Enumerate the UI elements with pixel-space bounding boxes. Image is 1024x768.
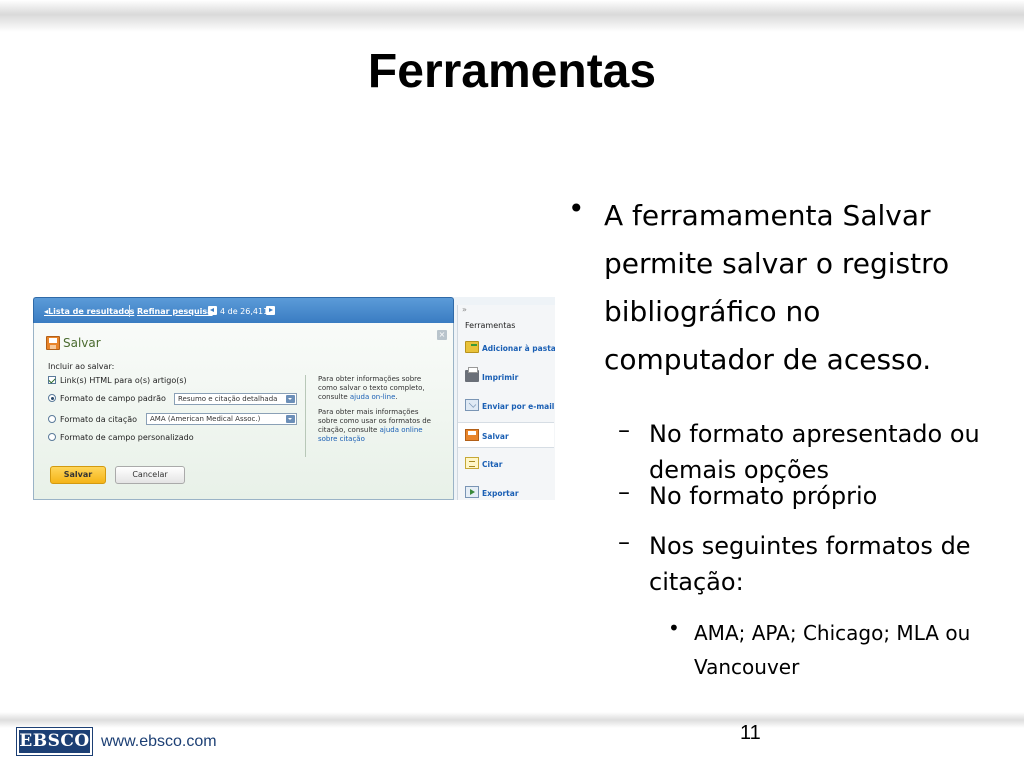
bullet-dot-icon: • — [668, 616, 680, 640]
citation-format-radio[interactable] — [48, 415, 56, 423]
footer-url[interactable]: www.ebsco.com — [101, 733, 217, 751]
slide-title: Ferramentas — [367, 45, 657, 98]
custom-format-radio[interactable] — [48, 433, 56, 441]
record-position: 4 de 26,411 — [220, 307, 269, 316]
nav-separator — [129, 305, 130, 317]
bullet-main: A ferramamenta Salvar permite salvar o r… — [604, 199, 950, 376]
dialog-title: Salvar — [63, 336, 101, 350]
option-label: Formato da citação — [60, 415, 138, 424]
sub-sub-bullet: AMA; APA; Chicago; MLA ou Vancouver — [694, 621, 971, 679]
printer-icon — [465, 367, 479, 382]
chevron-down-icon — [286, 395, 295, 403]
save-icon — [46, 336, 60, 350]
tool-cite[interactable]: Citar — [458, 451, 554, 477]
tools-heading: Ferramentas — [465, 321, 516, 330]
fulltext-help-text: Para obter informações sobre como salvar… — [318, 375, 425, 401]
vertical-divider — [305, 375, 306, 457]
dash-icon: – — [618, 416, 630, 444]
cite-icon — [465, 457, 479, 469]
tools-panel: » Ferramentas Adicionar à pasta Imprimir… — [457, 305, 555, 500]
tool-save[interactable]: Salvar — [458, 422, 554, 448]
dash-icon: – — [618, 478, 630, 506]
save-button[interactable]: Salvar — [50, 466, 106, 484]
results-list-link[interactable]: ◂Lista de resultados — [44, 307, 134, 316]
citation-format-select[interactable]: AMA (American Medical Assoc.) — [146, 413, 297, 425]
results-nav-bar: ◂Lista de resultados Refinar pesquisa 4 … — [33, 297, 454, 323]
citation-help-text: Para obter mais informações sobre como u… — [318, 408, 431, 443]
ebsco-screenshot: ◂Lista de resultados Refinar pesquisa 4 … — [33, 297, 555, 500]
dash-icon: – — [618, 528, 630, 556]
sub-bullet: Nos seguintes formatos de citação: — [649, 532, 971, 596]
tool-email[interactable]: Enviar por e-mail — [458, 393, 554, 419]
next-record-icon[interactable] — [266, 306, 275, 315]
standard-format-select[interactable]: Resumo e citação detalhada — [174, 393, 297, 405]
option-label: Formato de campo personalizado — [60, 433, 194, 442]
export-icon — [465, 486, 479, 498]
online-help-link[interactable]: ajuda on-line — [350, 393, 396, 401]
folder-icon — [465, 341, 479, 353]
save-dialog: × Salvar Incluir ao salvar: Link(s) HTML… — [33, 323, 454, 500]
option-label: Link(s) HTML para o(s) artigo(s) — [60, 376, 187, 385]
chevron-down-icon — [286, 415, 295, 423]
email-icon — [465, 399, 479, 411]
collapse-icon[interactable]: » — [462, 305, 467, 314]
refine-search-link[interactable]: Refinar pesquisa — [137, 307, 213, 316]
close-icon[interactable]: × — [437, 330, 447, 340]
include-label: Incluir ao salvar: — [48, 362, 115, 371]
ebsco-logo: EBSCO — [17, 728, 92, 755]
bullet-dot-icon: • — [568, 192, 585, 225]
cancel-button[interactable]: Cancelar — [115, 466, 185, 484]
save-icon — [465, 429, 479, 441]
page-number: 11 — [740, 722, 761, 744]
html-links-checkbox[interactable] — [48, 376, 56, 384]
tool-export[interactable]: Exportar — [458, 480, 554, 500]
option-label: Formato de campo padrão — [60, 394, 166, 403]
tool-print[interactable]: Imprimir — [458, 364, 554, 390]
standard-format-radio[interactable] — [48, 394, 56, 402]
footer-decorative-band — [0, 712, 1024, 728]
previous-record-icon[interactable] — [208, 306, 217, 315]
tool-add-to-folder[interactable]: Adicionar à pasta — [458, 335, 555, 361]
top-decorative-band — [0, 0, 1024, 32]
sub-bullet: No formato próprio — [649, 482, 878, 510]
